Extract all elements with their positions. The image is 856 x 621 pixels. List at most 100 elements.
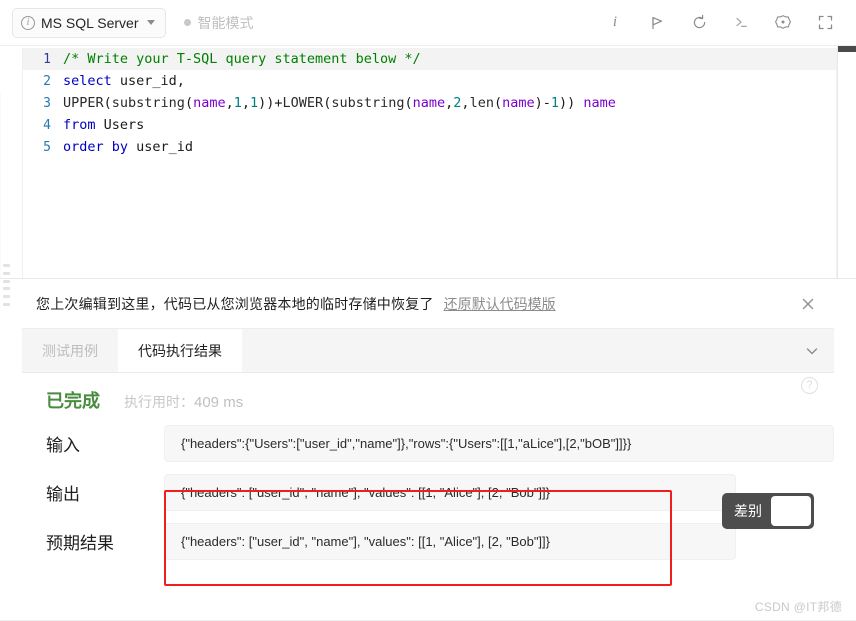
info-button[interactable]: i [604, 12, 626, 34]
code-token: , [241, 95, 251, 111]
code-line-text: /* Write your T-SQL query statement belo… [63, 51, 421, 67]
editor-left-rail [0, 92, 1, 278]
console-button[interactable] [730, 12, 752, 34]
code-line[interactable]: 2 select user_id, [23, 70, 836, 92]
code-line[interactable]: 3 UPPER(substring(name,1,1))+LOWER(substr… [23, 92, 836, 114]
result-tabs: 测试用例 代码执行结果 [22, 329, 834, 373]
input-label: 输入 [46, 436, 80, 455]
code-token: order by [63, 139, 129, 155]
diff-toggle-label: 差别 [734, 503, 762, 519]
code-token: )- [534, 95, 551, 111]
toolbar-actions: i [604, 12, 856, 34]
input-row: 输入 {"headers":{"Users":["user_id","name"… [22, 425, 834, 462]
code-token: ( [493, 95, 503, 111]
execution-result-panel: 已完成 执行用时： 409 ms ? 输入 {"headers":{"Users… [22, 373, 834, 599]
smart-mode-label: 智能模式 [197, 14, 254, 31]
output-label: 输出 [46, 485, 80, 504]
settings-button[interactable] [772, 12, 794, 34]
code-editor[interactable]: 1 /* Write your T-SQL query statement bel… [0, 46, 856, 278]
restore-notice-text: 您上次编辑到这里，代码已从您浏览器本地的临时存储中恢复了 [36, 295, 434, 312]
code-line-text: order by user_id [63, 139, 193, 155]
restore-notice-banner: 您上次编辑到这里，代码已从您浏览器本地的临时存储中恢复了 还原默认代码模版 [22, 279, 834, 329]
language-selector-label: MS SQL Server [41, 14, 139, 31]
code-line[interactable]: 4 from Users [23, 114, 836, 136]
run-button[interactable] [646, 12, 668, 34]
code-token: name [193, 95, 226, 111]
runtime-value: 409 ms [194, 394, 244, 411]
input-value-box[interactable]: {"headers":{"Users":["user_id","name"]},… [164, 425, 834, 462]
chevron-down-icon [146, 20, 155, 25]
line-number: 5 [43, 139, 51, 155]
info-circle-icon: i [21, 15, 35, 30]
expand-icon [818, 15, 832, 30]
code-token: /* Write your T-SQL query statement belo… [63, 51, 421, 67]
expected-value-box[interactable]: {"headers": ["user_id", "name"], "values… [164, 523, 736, 560]
gear-icon [775, 14, 791, 29]
code-token: from [63, 117, 96, 133]
status-dot-icon [183, 19, 191, 26]
code-token: ))+ [258, 95, 283, 111]
code-token: name [412, 95, 446, 111]
code-token: LOWER [282, 95, 324, 111]
reset-button[interactable] [688, 12, 710, 34]
code-token: name [583, 95, 616, 111]
code-token: user_id, [111, 73, 185, 89]
runtime-label: 执行用时： [124, 394, 194, 410]
output-row: 输出 {"headers": ["user_id", "name"], "val… [22, 474, 834, 511]
fullscreen-button[interactable] [814, 12, 836, 34]
question-circle-icon[interactable]: ? [801, 377, 818, 394]
code-token: ( [184, 95, 194, 111]
code-token: , [461, 95, 470, 111]
editor-toolbar: i MS SQL Server 智能模式 i [0, 0, 856, 46]
code-token: 1 [550, 95, 560, 111]
code-token: user_id [128, 139, 194, 155]
diff-toggle[interactable]: 差别 [722, 493, 814, 529]
execution-status-row: 已完成 执行用时： 409 ms ? [22, 373, 834, 413]
terminal-icon [735, 17, 747, 27]
code-line[interactable]: 5 order by user_id [23, 136, 836, 158]
code-token: len [469, 95, 494, 111]
code-line-text: select user_id, [63, 73, 185, 89]
code-line[interactable]: 1 /* Write your T-SQL query statement bel… [23, 48, 836, 70]
code-token: UPPER [63, 95, 104, 111]
code-token: select [63, 73, 112, 89]
code-token: , [225, 95, 234, 111]
panel-resize-handle[interactable] [3, 262, 11, 308]
code-runner-page: i MS SQL Server 智能模式 i 1 /* Write your T… [0, 0, 856, 621]
code-token: 1 [233, 95, 242, 111]
language-selector[interactable]: i MS SQL Server [12, 7, 166, 38]
code-token: Users [95, 117, 145, 133]
tab-execution-result[interactable]: 代码执行结果 [118, 329, 242, 372]
line-number: 3 [43, 95, 51, 111]
smart-mode-indicator: 智能模式 [183, 13, 254, 33]
line-number: 1 [43, 51, 51, 67]
close-icon[interactable] [798, 294, 818, 314]
expected-row: 预期结果 {"headers": ["user_id", "name"], "v… [22, 523, 834, 560]
code-token: ( [103, 95, 112, 111]
code-text-area[interactable]: 1 /* Write your T-SQL query statement bel… [22, 48, 837, 278]
restore-default-template-link[interactable]: 还原默认代码模版 [444, 294, 556, 314]
play-flag-icon [652, 16, 663, 29]
expected-label: 预期结果 [46, 534, 114, 553]
watermark: CSDN @IT邦德 [754, 600, 842, 614]
editor-vertical-scrollbar[interactable] [837, 46, 838, 278]
output-value-box[interactable]: {"headers": ["user_id", "name"], "values… [164, 474, 736, 511]
code-line-text: UPPER(substring(name,1,1))+LOWER(substri… [63, 95, 616, 111]
tab-test-cases[interactable]: 测试用例 [22, 329, 118, 372]
info-italic-icon: i [612, 14, 618, 30]
code-token: substring [111, 95, 185, 111]
code-token: substring [331, 95, 405, 111]
code-token: ( [404, 95, 413, 111]
code-token: )) [559, 95, 584, 111]
undo-arrow-icon [693, 14, 705, 29]
code-token: 1 [250, 95, 259, 111]
code-token: name [502, 95, 535, 111]
collapse-panel-button[interactable] [790, 329, 834, 372]
status-badge: 已完成 [46, 391, 100, 411]
code-lines[interactable]: 1 /* Write your T-SQL query statement bel… [23, 48, 836, 158]
diff-toggle-knob[interactable] [771, 496, 811, 526]
line-number: 2 [43, 73, 51, 89]
editor-scroll-thumb[interactable] [838, 46, 856, 52]
line-number: 4 [43, 117, 51, 133]
code-line-text: from Users [63, 117, 144, 133]
